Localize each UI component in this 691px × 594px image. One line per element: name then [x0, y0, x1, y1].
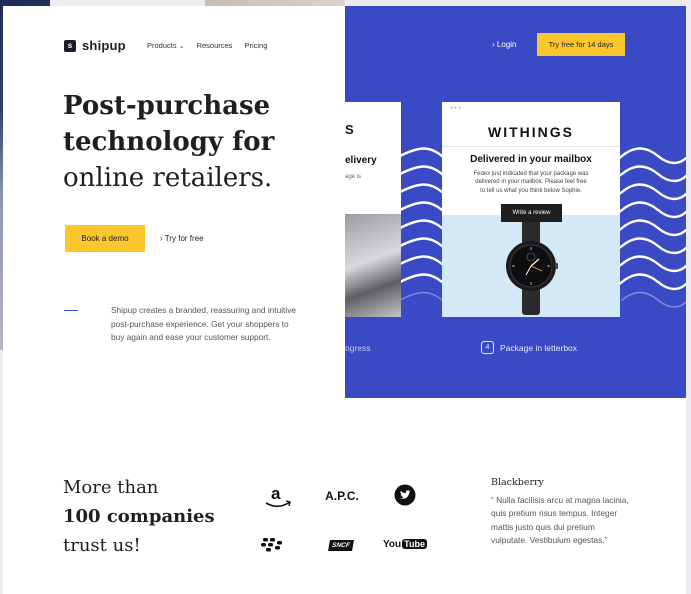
twitter-logo-icon: [394, 484, 416, 506]
blackberry-logo-icon: [260, 535, 284, 555]
card-title: Delivered in your mailbox: [470, 154, 592, 165]
card-title-fragment: elivery: [345, 155, 377, 166]
shipup-logo[interactable]: s shipup: [64, 38, 126, 53]
free-trial-button[interactable]: Try free for 14 days: [537, 33, 625, 56]
youtube-logo-icon: You Tube: [383, 535, 427, 553]
headline-line-3: online retailers.: [63, 163, 273, 193]
step-label-partial: ogress: [345, 343, 371, 353]
nav-item-resources[interactable]: Resources: [197, 41, 233, 50]
amazon-logo-icon: a: [260, 482, 296, 510]
sncf-logo-text: SNCF: [328, 539, 354, 551]
testimonial-quote: “ Nulla facilisis arcu at magna lacinia,…: [491, 495, 629, 546]
nav-item-pricing[interactable]: Pricing: [244, 41, 267, 50]
accent-dash: [64, 310, 78, 311]
hero-headline: Post-purchase technology for online reta…: [63, 88, 343, 196]
hero-description: Shipup creates a branded, reassuring and…: [111, 305, 296, 343]
youtube-logo-you: You: [383, 538, 402, 550]
product-image-area: [442, 215, 620, 317]
card-divider: [442, 146, 620, 147]
step-number-badge: 4: [481, 341, 494, 354]
companies-heading: More than 100 companies trust us!: [63, 473, 233, 560]
headline-line-2: technology for: [63, 127, 275, 157]
card-text-fragment: age is: [345, 174, 362, 180]
client-logos: a A.P.C. SNCF You Tube: [255, 480, 445, 560]
chevron-right-icon: ›: [160, 234, 163, 243]
apc-logo-icon: A.P.C.: [325, 489, 359, 503]
showcase-card-withings: ●●● WITHINGS Delivered in your mailbox F…: [442, 102, 620, 317]
companies-line-3: trust us!: [63, 535, 141, 556]
login-link[interactable]: › Login: [492, 40, 516, 49]
chevron-right-icon: ›: [492, 40, 495, 49]
companies-line-2: 100 companies: [63, 506, 215, 527]
window-dots-icon: ●●●: [450, 105, 463, 111]
nav-item-products[interactable]: Products ⌄: [147, 41, 185, 50]
youtube-logo-tube: Tube: [402, 539, 427, 549]
card-message: Fedex just indicated that your package w…: [473, 171, 589, 194]
shipup-logo-icon: s: [64, 39, 76, 52]
login-label: Login: [496, 40, 517, 49]
product-photo: [345, 214, 401, 317]
try-for-free-link[interactable]: › Try for free: [160, 234, 204, 243]
showcase-card-partial: S elivery age is: [345, 102, 401, 317]
step-label: Package in letterbox: [500, 342, 578, 353]
card-brand: WITHINGS: [488, 124, 574, 140]
nav-label: Products: [147, 41, 177, 50]
logo-text: shipup: [82, 38, 126, 53]
companies-line-1: More than: [63, 477, 159, 498]
try-link-label: Try for free: [164, 234, 204, 243]
chevron-down-icon: ⌄: [178, 43, 185, 50]
book-demo-button[interactable]: Book a demo: [65, 225, 145, 252]
write-review-button[interactable]: Write a review: [501, 204, 562, 222]
card-brand-fragment: S: [345, 122, 354, 137]
sncf-logo-icon: SNCF: [327, 536, 355, 554]
step-package-in-letterbox: 4 Package in letterbox: [481, 341, 577, 354]
main-nav: Products ⌄ Resources Pricing: [147, 41, 267, 50]
svg-text:a: a: [271, 484, 281, 503]
headline-line-1: Post-purchase: [63, 91, 271, 121]
testimonial-author: Blackberry: [491, 477, 544, 488]
watch-icon: [506, 219, 558, 315]
